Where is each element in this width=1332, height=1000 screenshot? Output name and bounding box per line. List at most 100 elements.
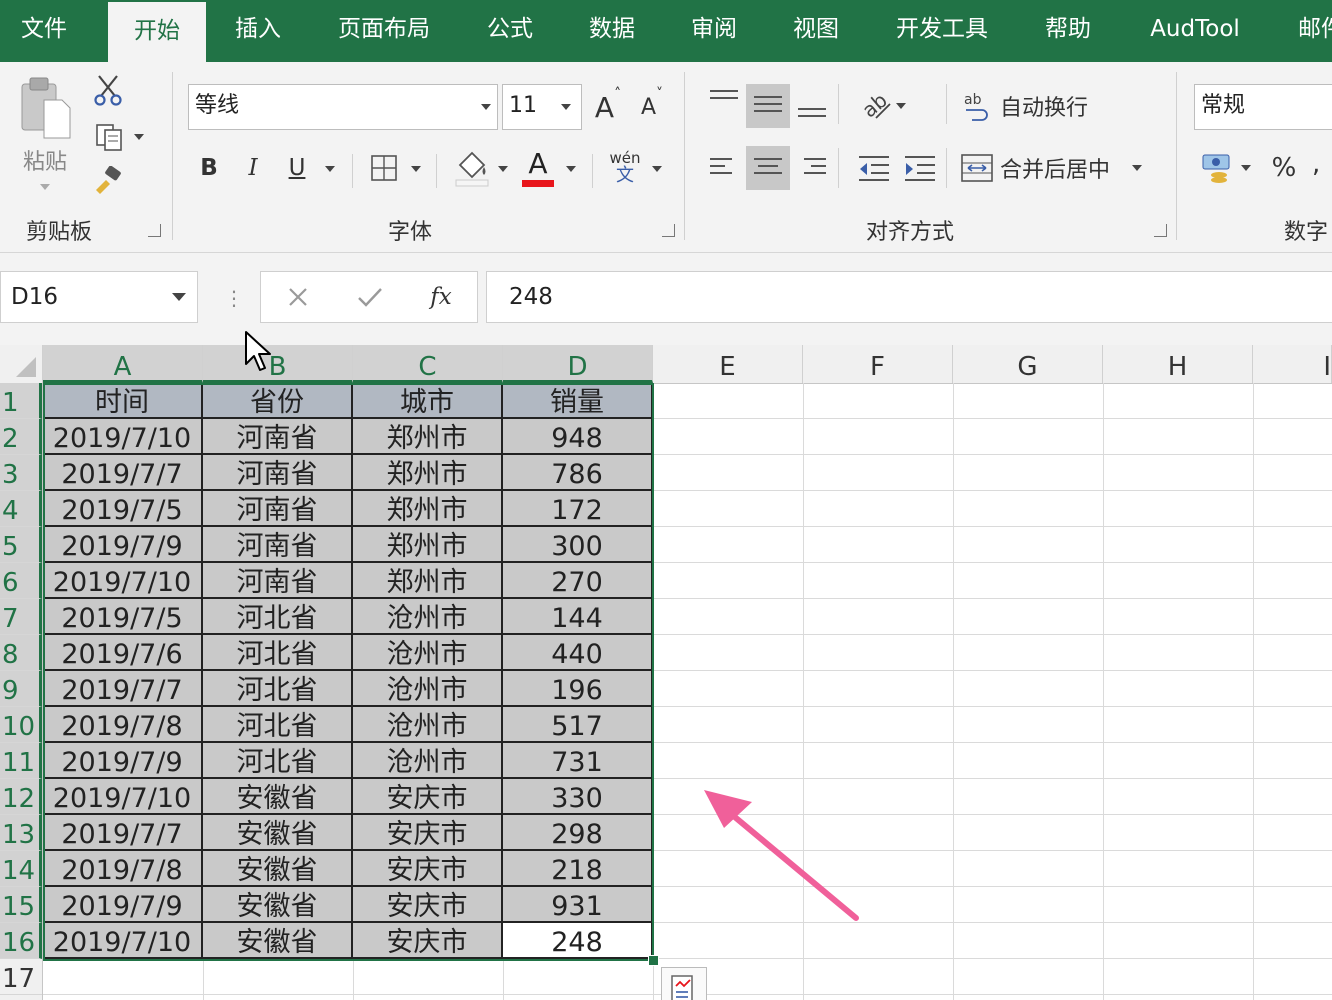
cell-c3[interactable]: 郑州市 — [353, 455, 503, 491]
fill-handle[interactable] — [648, 955, 659, 966]
cell-a13[interactable]: 2019/7/7 — [43, 815, 203, 851]
tab-home[interactable]: 开始 — [108, 2, 206, 62]
align-left-button[interactable] — [702, 146, 746, 190]
cell-c13[interactable]: 安庆市 — [353, 815, 503, 851]
insert-function-button[interactable]: fx — [421, 278, 461, 316]
row-header-14[interactable]: 14 — [0, 851, 42, 887]
wrap-text-button[interactable]: ab 自动换行 — [960, 84, 1120, 128]
align-middle-button[interactable] — [746, 84, 790, 128]
cell-a3[interactable]: 2019/7/7 — [43, 455, 203, 491]
row-header-6[interactable]: 6 — [0, 563, 42, 599]
cell-d4[interactable]: 172 — [503, 491, 653, 527]
cell-b8[interactable]: 河北省 — [203, 635, 353, 671]
cell-d7[interactable]: 144 — [503, 599, 653, 635]
grow-font-button[interactable]: A ˄ — [590, 86, 626, 128]
cell-c15[interactable]: 安庆市 — [353, 887, 503, 923]
column-header-i[interactable]: I — [1253, 345, 1332, 383]
row-header-16[interactable]: 16 — [0, 923, 42, 959]
cell-b13[interactable]: 安徽省 — [203, 815, 353, 851]
column-header-h[interactable]: H — [1103, 345, 1253, 383]
cell-c16[interactable]: 安庆市 — [353, 923, 503, 959]
align-bottom-button[interactable] — [790, 84, 834, 128]
name-box[interactable]: D16 — [0, 271, 198, 323]
cell-a10[interactable]: 2019/7/8 — [43, 707, 203, 743]
copy-button[interactable] — [88, 120, 150, 154]
phonetic-dropdown-icon[interactable] — [652, 166, 662, 172]
column-header-g[interactable]: G — [953, 345, 1103, 383]
formula-input[interactable]: 248 — [486, 271, 1332, 323]
cell-c2[interactable]: 郑州市 — [353, 419, 503, 455]
orientation-dropdown-icon[interactable] — [896, 103, 906, 109]
bold-button[interactable]: B — [192, 148, 226, 188]
name-box-dropdown-icon[interactable] — [172, 293, 186, 301]
cell-b14[interactable]: 安徽省 — [203, 851, 353, 887]
underline-button[interactable]: U — [280, 148, 314, 188]
cell-b10[interactable]: 河北省 — [203, 707, 353, 743]
column-header-f[interactable]: F — [803, 345, 953, 383]
cell-a16[interactable]: 2019/7/10 — [43, 923, 203, 959]
header-cell-c[interactable]: 城市 — [353, 383, 503, 419]
cell-d13[interactable]: 298 — [503, 815, 653, 851]
cell-c5[interactable]: 郑州市 — [353, 527, 503, 563]
cell-b6[interactable]: 河南省 — [203, 563, 353, 599]
cell-d9[interactable]: 196 — [503, 671, 653, 707]
row-header-11[interactable]: 11 — [0, 743, 42, 779]
border-button[interactable] — [364, 148, 404, 188]
accounting-dropdown-icon[interactable] — [1241, 165, 1251, 171]
cell-c11[interactable]: 沧州市 — [353, 743, 503, 779]
row-header-7[interactable]: 7 — [0, 599, 42, 635]
cell-d2[interactable]: 948 — [503, 419, 653, 455]
increase-indent-button[interactable] — [898, 146, 942, 190]
orientation-button[interactable]: ab — [852, 84, 912, 128]
copy-dropdown-icon[interactable] — [134, 134, 144, 140]
cell-b2[interactable]: 河南省 — [203, 419, 353, 455]
tab-view[interactable]: 视图 — [776, 0, 856, 62]
cell-a5[interactable]: 2019/7/9 — [43, 527, 203, 563]
paste-button[interactable]: 粘贴 — [12, 72, 78, 192]
clipboard-launcher-icon[interactable] — [148, 224, 161, 237]
number-format-combo[interactable]: 常规 — [1194, 84, 1332, 130]
merge-dropdown-icon[interactable] — [1132, 165, 1143, 171]
tab-audtool[interactable]: AudTool — [1130, 0, 1260, 62]
column-header-e[interactable]: E — [653, 345, 803, 383]
cell-c14[interactable]: 安庆市 — [353, 851, 503, 887]
cut-button[interactable] — [90, 72, 126, 108]
select-all-corner[interactable] — [0, 345, 43, 383]
cell-d5[interactable]: 300 — [503, 527, 653, 563]
cell-a8[interactable]: 2019/7/6 — [43, 635, 203, 671]
phonetic-guide-button[interactable]: wén 文 — [604, 146, 646, 190]
fill-color-button[interactable] — [450, 146, 494, 190]
underline-dropdown-icon[interactable] — [325, 166, 335, 172]
cell-a14[interactable]: 2019/7/8 — [43, 851, 203, 887]
paste-dropdown-icon[interactable] — [40, 184, 50, 190]
format-painter-button[interactable] — [90, 164, 126, 198]
column-header-c[interactable]: C — [353, 345, 503, 383]
font-color-button[interactable]: A — [518, 146, 558, 190]
cell-d12[interactable]: 330 — [503, 779, 653, 815]
row-header-10[interactable]: 10 — [0, 707, 42, 743]
cell-d8[interactable]: 440 — [503, 635, 653, 671]
tab-formulas[interactable]: 公式 — [470, 0, 550, 62]
tab-mailings[interactable]: 邮件 — [1282, 0, 1332, 62]
formula-bar-grip-icon[interactable]: ⋮ — [224, 283, 244, 313]
cell-a4[interactable]: 2019/7/5 — [43, 491, 203, 527]
row-header-2[interactable]: 2 — [0, 419, 42, 455]
row-header-13[interactable]: 13 — [0, 815, 42, 851]
align-center-button[interactable] — [746, 146, 790, 190]
row-header-9[interactable]: 9 — [0, 671, 42, 707]
comma-style-button[interactable]: , — [1312, 144, 1332, 184]
tab-help[interactable]: 帮助 — [1028, 0, 1108, 62]
row-header-4[interactable]: 4 — [0, 491, 42, 527]
row-header-1[interactable]: 1 — [0, 383, 42, 419]
cell-a11[interactable]: 2019/7/9 — [43, 743, 203, 779]
enter-button[interactable] — [353, 280, 387, 314]
font-name-dropdown-icon[interactable] — [481, 104, 491, 110]
cell-b15[interactable]: 安徽省 — [203, 887, 353, 923]
tab-data[interactable]: 数据 — [572, 0, 652, 62]
cell-d16[interactable]: 248 — [503, 923, 653, 959]
cancel-button[interactable] — [281, 280, 315, 314]
fill-color-dropdown-icon[interactable] — [498, 166, 508, 172]
row-header-15[interactable]: 15 — [0, 887, 42, 923]
cell-d6[interactable]: 270 — [503, 563, 653, 599]
cell-b11[interactable]: 河北省 — [203, 743, 353, 779]
